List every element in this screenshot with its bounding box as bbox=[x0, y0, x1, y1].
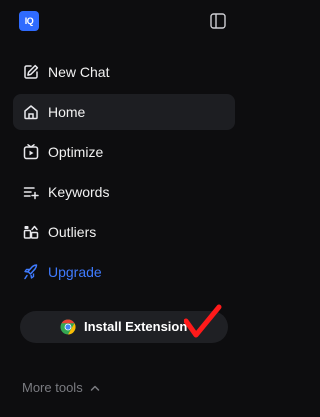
logo-text: IQ bbox=[24, 16, 34, 26]
optimize-icon bbox=[22, 143, 40, 161]
nav-item-new-chat[interactable]: New Chat bbox=[13, 54, 235, 90]
sidebar-header: IQ bbox=[0, 0, 247, 44]
install-extension-label: Install Extension bbox=[84, 319, 188, 334]
more-tools-label: More tools bbox=[22, 380, 83, 395]
edit-icon bbox=[22, 63, 40, 81]
nav-item-optimize[interactable]: Optimize bbox=[13, 134, 235, 170]
outliers-icon bbox=[22, 223, 40, 241]
nav-label: Optimize bbox=[48, 144, 104, 160]
chrome-icon bbox=[60, 319, 76, 335]
home-icon bbox=[22, 103, 40, 121]
nav-label: Keywords bbox=[48, 184, 110, 200]
nav-label: Outliers bbox=[48, 224, 97, 240]
chevron-up-icon bbox=[90, 385, 99, 391]
nav-item-upgrade[interactable]: Upgrade bbox=[13, 254, 235, 290]
more-tools-toggle[interactable]: More tools bbox=[22, 380, 101, 396]
nav-item-home[interactable]: Home bbox=[13, 94, 235, 130]
sidebar-nav: New Chat Home Optimize Keywords Outliers… bbox=[13, 54, 235, 294]
sidebar-toggle-icon[interactable] bbox=[209, 12, 227, 30]
rocket-icon bbox=[22, 263, 40, 281]
app-logo[interactable]: IQ bbox=[19, 11, 39, 31]
nav-label: Upgrade bbox=[48, 264, 102, 280]
red-checkmark bbox=[184, 304, 222, 338]
nav-label: Home bbox=[48, 104, 86, 120]
nav-item-outliers[interactable]: Outliers bbox=[13, 214, 235, 250]
nav-item-keywords[interactable]: Keywords bbox=[13, 174, 235, 210]
nav-label: New Chat bbox=[48, 64, 110, 80]
keywords-icon bbox=[22, 183, 40, 201]
